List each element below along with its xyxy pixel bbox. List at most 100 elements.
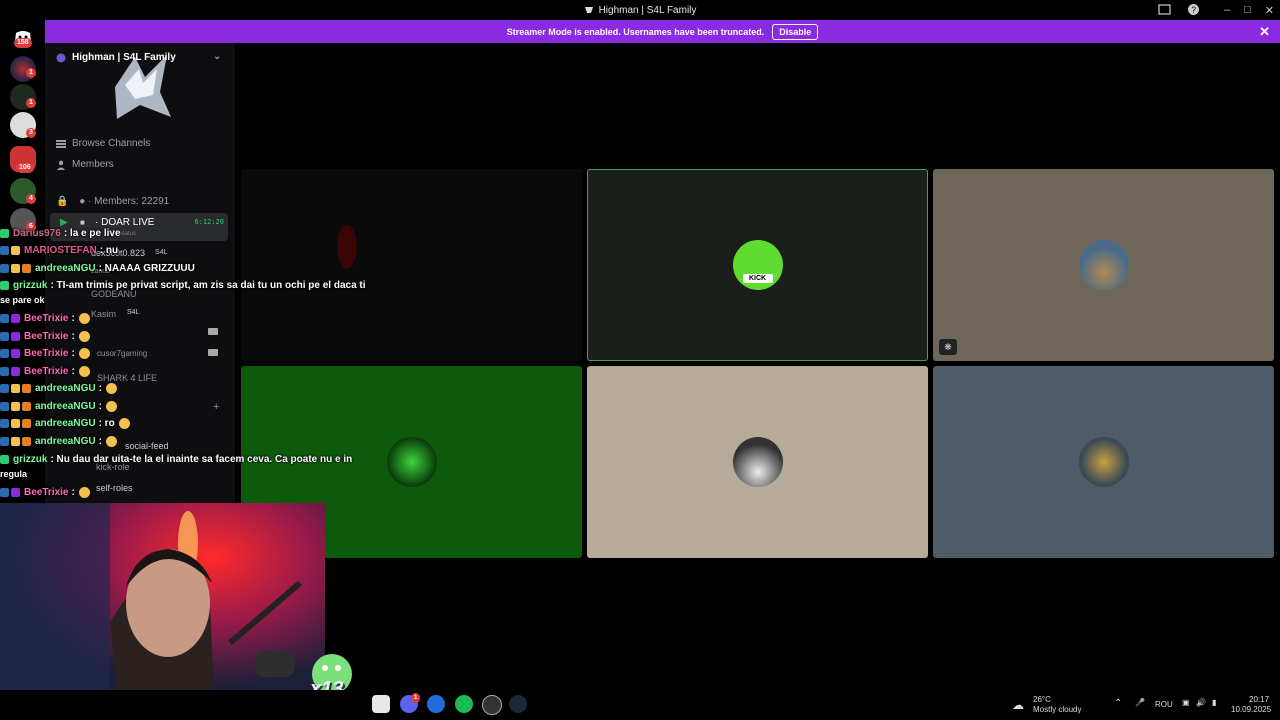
unread-badge: 4 bbox=[26, 194, 36, 204]
live-timer: 6:12:20 bbox=[194, 218, 224, 226]
chat-text: : bbox=[98, 436, 102, 447]
app-icon bbox=[584, 7, 593, 13]
chat-message: grizzuk: Nu dau dar uita-te la el inaint… bbox=[0, 451, 352, 468]
kick-label: KICK bbox=[742, 274, 773, 283]
window-title: Highman | S4L Family bbox=[598, 4, 697, 16]
video-off-icon[interactable]: ❋ bbox=[939, 339, 957, 355]
channel-self-roles[interactable]: self-roles bbox=[96, 483, 133, 493]
chat-message: BeeTrixie: bbox=[0, 484, 90, 501]
steam-icon[interactable] bbox=[509, 695, 527, 713]
spotify-icon[interactable] bbox=[455, 695, 473, 713]
members-count-row: 🔒 ● · Members: 22291 bbox=[56, 196, 170, 207]
chevron-down-icon[interactable]: ⌄ bbox=[213, 51, 221, 62]
chat-text: : la e pe live bbox=[63, 228, 121, 239]
chat-text: : bbox=[71, 366, 75, 377]
chat-username: grizzuk bbox=[13, 280, 48, 291]
car-avatar bbox=[732, 437, 783, 487]
members-count: Members: 22291 bbox=[94, 196, 170, 207]
chevron-up-icon[interactable]: ⌃ bbox=[1114, 698, 1122, 709]
members-item[interactable]: Members bbox=[56, 159, 114, 170]
video-tile[interactable] bbox=[933, 366, 1274, 558]
inbox-icon[interactable] bbox=[1158, 3, 1171, 16]
emote-icon bbox=[78, 313, 90, 324]
add-channel-icon[interactable]: + bbox=[213, 401, 219, 413]
weather-text[interactable]: Mostly cloudy bbox=[1033, 705, 1081, 714]
svg-text:?: ? bbox=[1192, 6, 1197, 15]
members-label: Members bbox=[72, 159, 114, 170]
file-explorer-icon[interactable] bbox=[372, 695, 390, 713]
chat-wrap: regula bbox=[0, 469, 28, 479]
video-tile[interactable]: ❋ bbox=[933, 169, 1274, 361]
channel-social-feed[interactable]: social-feed bbox=[125, 441, 169, 451]
network-icon[interactable]: ▣ bbox=[1182, 698, 1190, 707]
emote-icon bbox=[78, 331, 90, 342]
language-indicator[interactable]: ROU bbox=[1155, 700, 1173, 709]
clock-time[interactable]: 20:17 bbox=[1249, 695, 1269, 704]
volume-icon[interactable]: 🔊 bbox=[1196, 698, 1206, 707]
member-icon: ● bbox=[79, 196, 86, 207]
close-window-icon[interactable]: ✕ bbox=[1265, 4, 1274, 17]
chat-text: : nu bbox=[99, 245, 119, 256]
video-tile[interactable] bbox=[241, 169, 582, 361]
server-name: Highman | S4L Family bbox=[72, 52, 176, 63]
video-tile[interactable] bbox=[587, 366, 928, 558]
chat-username: BeeTrixie bbox=[24, 366, 69, 377]
chat-message: andreeaNGU: ro bbox=[0, 415, 130, 432]
emote-icon bbox=[105, 436, 117, 447]
clock-date[interactable]: 10.09.2025 bbox=[1231, 705, 1271, 714]
emote-icon bbox=[105, 383, 117, 394]
title-bar: Highman | S4L Family ? – □ ✕ bbox=[0, 0, 1280, 20]
chat-text: : TI-am trimis pe privat script, am zis … bbox=[50, 280, 366, 291]
dark-video-content bbox=[337, 225, 357, 269]
taskbar: 1 ☁ 26°C Mostly cloudy ⌃ 🎤 ROU ▣ 🔊 ▮ 20:… bbox=[0, 690, 1280, 720]
banner-text: Streamer Mode is enabled. Usernames have… bbox=[506, 26, 765, 37]
chat-message: BeeTrixie: bbox=[0, 363, 90, 380]
emote-icon bbox=[118, 418, 130, 429]
unread-badge: 106 bbox=[16, 163, 34, 173]
chat-text: : bbox=[71, 331, 75, 342]
lock-icon: 🔒 bbox=[56, 196, 69, 207]
chat-text: : bbox=[71, 348, 75, 359]
close-banner-icon[interactable]: ✕ bbox=[1259, 24, 1270, 40]
server-name-header[interactable]: Highman | S4L Family bbox=[56, 52, 176, 63]
chat-message: Darius976: la e pe live bbox=[0, 225, 121, 242]
webcam-feed bbox=[0, 503, 325, 720]
chat-text: : bbox=[71, 313, 75, 324]
edge-icon[interactable] bbox=[427, 695, 445, 713]
chat-message: BeeTrixie: bbox=[0, 310, 90, 327]
chat-wrap: se pare ok bbox=[0, 295, 45, 305]
chat-username: andreeaNGU bbox=[35, 436, 96, 447]
chat-username: grizzuk bbox=[13, 454, 48, 465]
temperature[interactable]: 26°C bbox=[1033, 695, 1051, 704]
chat-username: andreeaNGU bbox=[35, 383, 96, 394]
chat-message: BeeTrixie: bbox=[0, 328, 90, 345]
voice-member[interactable]: cusor7gaming bbox=[97, 349, 147, 358]
chat-username: BeeTrixie bbox=[24, 487, 69, 498]
chat-username: BeeTrixie bbox=[24, 348, 69, 359]
disable-button[interactable]: Disable bbox=[772, 23, 819, 40]
server-boost-icon bbox=[56, 53, 66, 62]
emote-icon bbox=[78, 366, 90, 377]
mic-icon[interactable]: 🎤 bbox=[1135, 698, 1145, 707]
voice-member[interactable]: Kasim bbox=[91, 309, 116, 319]
chat-message: BeeTrixie: bbox=[0, 345, 90, 362]
battery-icon[interactable]: ▮ bbox=[1212, 698, 1216, 707]
green-orb-avatar bbox=[386, 437, 437, 487]
weather-icon[interactable]: ☁ bbox=[1012, 698, 1024, 712]
emote-icon bbox=[78, 487, 90, 498]
emote-icon bbox=[105, 401, 117, 412]
minimize-icon[interactable]: – bbox=[1224, 4, 1230, 16]
video-tile-speaking[interactable]: KICK bbox=[587, 169, 928, 361]
help-icon[interactable]: ? bbox=[1187, 3, 1200, 16]
chat-text: : bbox=[98, 401, 102, 412]
chat-text: : NAAAA GRIZZUUU bbox=[98, 263, 195, 274]
chat-text: : bbox=[71, 487, 75, 498]
chat-username: BeeTrixie bbox=[24, 313, 69, 324]
chat-text: : Nu dau dar uita-te la el inainte sa fa… bbox=[50, 454, 353, 465]
obs-icon[interactable] bbox=[482, 695, 502, 715]
chat-message: andreeaNGU: bbox=[0, 433, 117, 450]
chat-message: andreeaNGU: bbox=[0, 398, 117, 415]
maximize-icon[interactable]: □ bbox=[1244, 4, 1251, 16]
channel-status: status bbox=[120, 231, 137, 237]
browse-channels-item[interactable]: Browse Channels bbox=[56, 138, 150, 149]
